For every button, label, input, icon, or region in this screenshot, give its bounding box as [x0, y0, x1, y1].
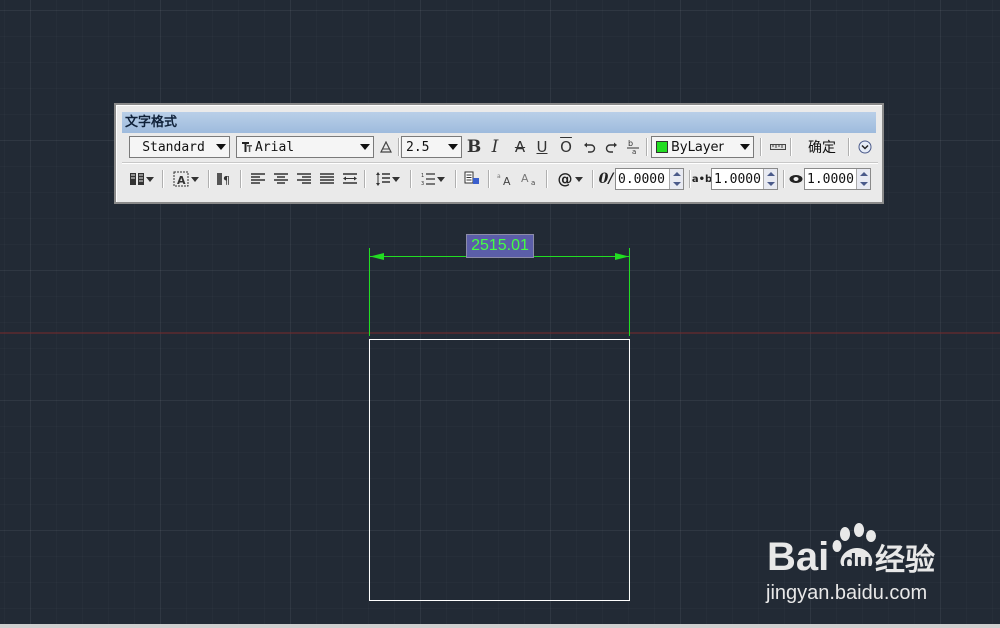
lowercase-icon[interactable]: Aa	[520, 169, 540, 189]
undo-icon[interactable]	[581, 137, 597, 157]
watermark-brand: Bai	[767, 535, 829, 579]
font-combo[interactable]: Arial	[236, 136, 374, 158]
svg-text:A: A	[177, 174, 186, 187]
paragraph-icon[interactable]: ¶	[216, 169, 234, 189]
watermark-cn: 经验	[875, 543, 935, 578]
ok-button[interactable]: 确定	[808, 137, 836, 157]
dimension-arrow-right	[615, 253, 629, 260]
stack-icon[interactable]: ba	[625, 137, 641, 157]
svg-text:a: a	[632, 148, 636, 155]
tracking-input[interactable]: 1.0000	[711, 168, 778, 190]
toolbar-row-1: Standard Arial 2.5 B I A U O ba ByLayer …	[122, 134, 878, 160]
italic-button[interactable]: I	[488, 137, 502, 157]
underline-button[interactable]: U	[534, 137, 550, 157]
svg-text:A: A	[503, 175, 511, 186]
tracking-icon[interactable]: a•b	[692, 169, 712, 189]
drawn-rectangle[interactable]	[369, 339, 630, 601]
text-formatting-toolbar: 文字格式 Standard Arial 2.5 B I A U O ba ByL…	[114, 103, 884, 204]
oblique-angle-icon[interactable]: 0/	[598, 169, 614, 189]
insert-field-icon[interactable]	[462, 169, 482, 189]
overline-button[interactable]: O	[558, 137, 574, 157]
watermark-brand-du: du	[843, 549, 870, 574]
svg-text:a: a	[531, 179, 535, 186]
columns-icon[interactable]	[127, 169, 157, 189]
text-style-combo[interactable]: Standard	[129, 136, 230, 158]
bold-button[interactable]: B	[467, 137, 481, 157]
svg-text:A: A	[521, 172, 529, 185]
dimension-text-editor[interactable]: 2515.01	[466, 234, 534, 258]
strikethrough-button[interactable]: A	[512, 137, 528, 157]
svg-text:a: a	[497, 173, 501, 180]
svg-text:¶: ¶	[223, 174, 230, 186]
uppercase-icon[interactable]: aA	[496, 169, 516, 189]
svg-text:3: 3	[421, 181, 424, 186]
window-bottom-edge	[0, 624, 1000, 628]
align-center-icon[interactable]	[272, 169, 290, 189]
redo-icon[interactable]	[603, 137, 619, 157]
oblique-angle-input[interactable]: 0.0000	[615, 168, 684, 190]
toolbar-title: 文字格式	[122, 112, 876, 133]
symbol-icon[interactable]: @	[554, 169, 586, 189]
svg-text:1: 1	[421, 173, 424, 179]
text-justification-icon[interactable]: A	[170, 169, 202, 189]
width-factor-input[interactable]: 1.0000	[804, 168, 871, 190]
color-swatch	[656, 141, 668, 153]
truetype-font-icon	[242, 142, 252, 152]
options-icon[interactable]	[857, 137, 873, 157]
align-right-icon[interactable]	[295, 169, 313, 189]
justify-icon[interactable]	[318, 169, 336, 189]
ruler-icon[interactable]	[769, 137, 787, 157]
text-color-combo[interactable]: ByLayer	[651, 136, 754, 158]
line-spacing-icon[interactable]	[373, 169, 403, 189]
text-height-combo[interactable]: 2.5	[401, 136, 462, 158]
numbering-icon[interactable]: 13	[418, 169, 448, 189]
toolbar-row-2: A ¶ 13 a A A a @ 0/ 0.0000 a•b 1.0000 1.…	[122, 166, 878, 192]
annotative-icon[interactable]	[378, 137, 394, 157]
align-left-icon[interactable]	[249, 169, 267, 189]
dimension-arrow-left	[370, 253, 384, 260]
watermark-url: jingyan.baidu.com	[766, 582, 928, 604]
svg-text:b: b	[628, 139, 633, 148]
distribute-icon[interactable]	[341, 169, 359, 189]
width-factor-icon[interactable]	[788, 169, 804, 189]
